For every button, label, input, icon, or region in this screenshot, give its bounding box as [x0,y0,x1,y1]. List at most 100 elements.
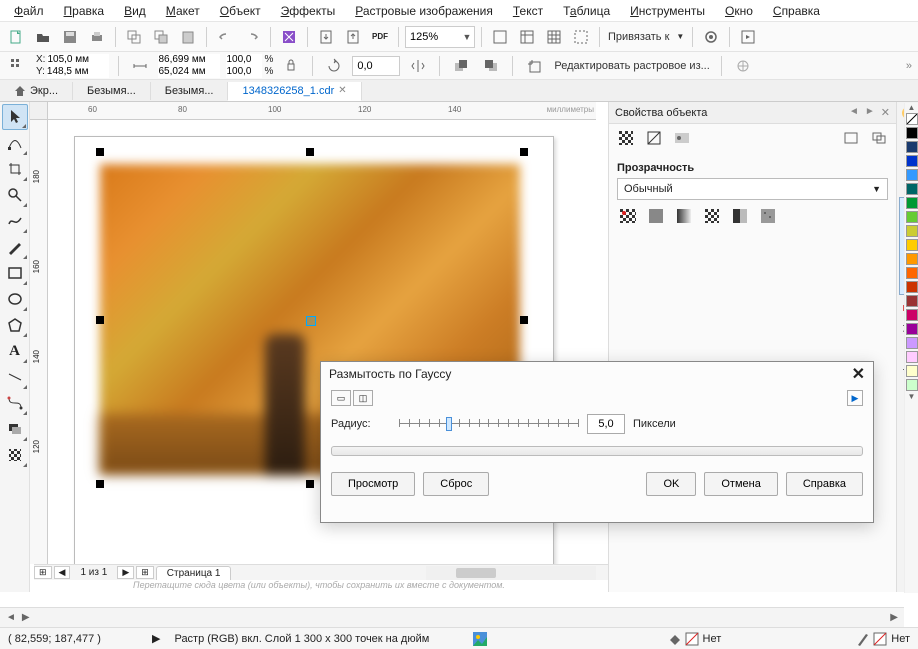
color-swatch[interactable] [906,155,918,167]
freehand-tool[interactable] [2,208,28,234]
dropshadow-tool[interactable] [2,416,28,442]
tab-doc-3[interactable]: 1348326258_1.cdr✕ [228,82,361,101]
new-button[interactable] [4,25,28,49]
cut-button[interactable] [122,25,146,49]
color-swatch[interactable] [906,225,918,237]
save-button[interactable] [58,25,82,49]
handle-center[interactable] [306,316,316,326]
grid-button[interactable] [542,25,566,49]
rectangle-tool[interactable] [2,260,28,286]
color-swatch[interactable] [906,141,918,153]
pdf-button[interactable]: PDF [368,25,392,49]
docker-next-icon[interactable]: ► [865,106,875,119]
y-input[interactable] [47,66,109,78]
dialog-close-button[interactable]: ✕ [852,364,865,384]
undo-button[interactable] [213,25,237,49]
import-button[interactable] [314,25,338,49]
handle-e[interactable] [520,316,528,324]
scale-y-input[interactable] [226,66,262,78]
search-button[interactable] [277,25,301,49]
fill-tab[interactable] [615,128,637,148]
width-input[interactable] [158,54,220,66]
menu-layout[interactable]: Макет [156,2,210,20]
ruler-vertical[interactable]: 180 160 140 120 [30,120,48,564]
color-swatch[interactable] [906,127,918,139]
ellipse-tool[interactable] [2,286,28,312]
color-swatch[interactable] [906,379,918,391]
zoom-combo[interactable]: ▼ [405,26,475,48]
order-front-button[interactable] [449,54,473,78]
docker-close-icon[interactable]: ✕ [881,106,890,119]
dimension-tool[interactable] [2,364,28,390]
mirror-h-button[interactable] [406,54,430,78]
ruler-origin[interactable] [30,102,48,120]
print-button[interactable] [85,25,109,49]
slider-thumb[interactable] [446,417,452,431]
order-back-button[interactable] [479,54,503,78]
menu-bitmaps[interactable]: Растровые изображения [345,2,503,20]
x-input[interactable] [47,54,109,66]
copy-button[interactable] [149,25,173,49]
palette-menu-button[interactable]: ▶ [890,612,898,623]
open-button[interactable] [31,25,55,49]
transparency-mode-select[interactable]: Обычный ▼ [617,178,888,200]
scale-x-input[interactable] [226,54,262,66]
shape-tool[interactable] [2,130,28,156]
guides-button[interactable] [569,25,593,49]
transparency-tool[interactable] [2,442,28,468]
cancel-button[interactable]: Отмена [704,472,777,496]
menu-table[interactable]: Таблица [553,2,620,20]
texture-button[interactable] [757,206,779,226]
split-view-button[interactable]: ◫ [353,390,373,406]
page-last-button[interactable]: ⊞ [136,566,154,579]
color-swatch[interactable] [906,309,918,321]
pattern-button[interactable] [701,206,723,226]
menu-edit[interactable]: Правка [54,2,115,20]
options-button[interactable] [699,25,723,49]
menu-object[interactable]: Объект [210,2,271,20]
navigator-icon[interactable]: ▶ [152,632,160,645]
menu-help[interactable]: Справка [763,2,830,20]
handle-ne[interactable] [520,148,528,156]
horizontal-scrollbar[interactable] [426,566,596,580]
no-color-swatch[interactable] [906,113,918,125]
zoom-input[interactable] [406,27,460,47]
ok-button[interactable]: OK [646,472,696,496]
tab-doc-2[interactable]: Безымя... [151,82,229,100]
color-swatch[interactable] [906,365,918,377]
tab-home[interactable]: Экр... [0,82,73,100]
radius-input[interactable] [587,414,625,434]
color-swatch[interactable] [906,253,918,265]
page-tab-1[interactable]: Страница 1 [156,566,232,580]
lock-ratio-button[interactable] [279,54,303,78]
tab-doc-1[interactable]: Безымя... [73,82,151,100]
color-swatch[interactable] [906,351,918,363]
rulers-button[interactable] [515,25,539,49]
menu-view[interactable]: Вид [114,2,156,20]
dock-button[interactable] [840,128,862,148]
crop-tool[interactable] [2,156,28,182]
edit-bitmap-label[interactable]: Редактировать растровое из... [552,60,711,72]
pick-tool[interactable] [2,104,28,130]
page-next-button[interactable]: ▶ [117,566,134,579]
outline-tab[interactable] [643,128,665,148]
color-swatch[interactable] [906,337,918,349]
page-first-button[interactable]: ⊞ [34,566,52,579]
color-swatch[interactable] [906,295,918,307]
trace-button[interactable] [731,54,755,78]
handle-n[interactable] [306,148,314,156]
crop-bitmap-button[interactable] [522,54,546,78]
transparency-tab[interactable] [671,128,693,148]
menu-window[interactable]: Окно [715,2,763,20]
launch-button[interactable] [736,25,760,49]
fountain-button[interactable] [673,206,695,226]
paste-button[interactable] [176,25,200,49]
close-icon[interactable]: ✕ [338,85,346,96]
color-swatch[interactable] [906,239,918,251]
reset-button[interactable]: Сброс [423,472,489,496]
redo-button[interactable] [240,25,264,49]
color-swatch[interactable] [906,323,918,335]
zoom-tool[interactable] [2,182,28,208]
single-view-button[interactable]: ▭ [331,390,351,406]
rotation-input[interactable] [352,56,400,76]
